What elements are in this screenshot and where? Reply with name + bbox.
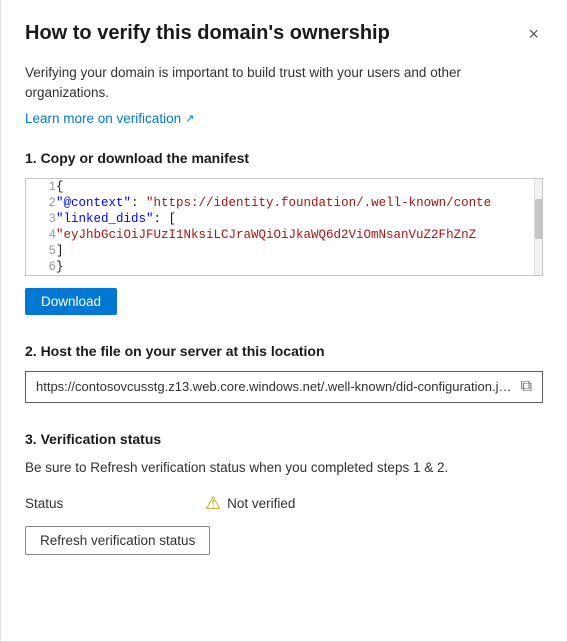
scrollbar[interactable] (534, 179, 542, 275)
url-text: https://contosovcusstg.z13.web.core.wind… (36, 379, 513, 394)
line-content: { (56, 179, 491, 195)
line-content: "@context": "https://identity.foundation… (56, 195, 491, 211)
code-line: 5 ] (26, 243, 491, 259)
status-warning: ⚠ Not verified (205, 493, 295, 514)
step2-title: 2. Host the file on your server at this … (25, 343, 543, 359)
step1-title: 1. Copy or download the manifest (25, 150, 543, 166)
line-number: 2 (26, 195, 56, 211)
host-section: 2. Host the file on your server at this … (25, 343, 543, 403)
step3-title: 3. Verification status (25, 431, 543, 447)
code-table: 1{2 "@context": "https://identity.founda… (26, 179, 491, 275)
line-content: "eyJhbGciOiJFUzI1NksiLCJraWQiOiJkaWQ6d2V… (56, 227, 491, 243)
line-content: } (56, 259, 491, 275)
code-line: 6} (26, 259, 491, 275)
download-button[interactable]: Download (25, 288, 117, 315)
code-line: 2 "@context": "https://identity.foundati… (26, 195, 491, 211)
be-sure-text: Be sure to Refresh verification status w… (25, 459, 543, 478)
warning-icon: ⚠ (205, 493, 221, 514)
intro-description: Verifying your domain is important to bu… (25, 63, 543, 104)
code-block: 1{2 "@context": "https://identity.founda… (25, 178, 543, 276)
scrollbar-thumb (535, 199, 543, 239)
panel: How to verify this domain's ownership × … (0, 0, 567, 642)
line-content: "linked_dids": [ (56, 211, 491, 227)
status-row: Status ⚠ Not verified (25, 493, 543, 514)
panel-header: How to verify this domain's ownership × (25, 20, 543, 47)
line-number: 4 (26, 227, 56, 243)
verification-section: 3. Verification status Be sure to Refres… (25, 431, 543, 556)
code-scroll[interactable]: 1{2 "@context": "https://identity.founda… (26, 179, 542, 275)
line-number: 3 (26, 211, 56, 227)
line-number: 5 (26, 243, 56, 259)
code-line: 3 "linked_dids": [ (26, 211, 491, 227)
external-link-icon: ↗ (185, 112, 194, 125)
close-button[interactable]: × (524, 22, 543, 47)
not-verified-text: Not verified (227, 496, 295, 511)
refresh-button[interactable]: Refresh verification status (25, 526, 210, 555)
panel-title: How to verify this domain's ownership (25, 20, 390, 46)
learn-more-label: Learn more on verification (25, 111, 181, 126)
line-number: 6 (26, 259, 56, 275)
url-field-container: https://contosovcusstg.z13.web.core.wind… (25, 371, 543, 403)
line-number: 1 (26, 179, 56, 195)
learn-more-link[interactable]: Learn more on verification ↗ (25, 111, 194, 126)
code-line: 4 "eyJhbGciOiJFUzI1NksiLCJraWQiOiJkaWQ6d… (26, 227, 491, 243)
line-content: ] (56, 243, 491, 259)
status-label: Status (25, 496, 85, 511)
copy-button[interactable]: ⧉ (513, 378, 532, 396)
code-line: 1{ (26, 179, 491, 195)
